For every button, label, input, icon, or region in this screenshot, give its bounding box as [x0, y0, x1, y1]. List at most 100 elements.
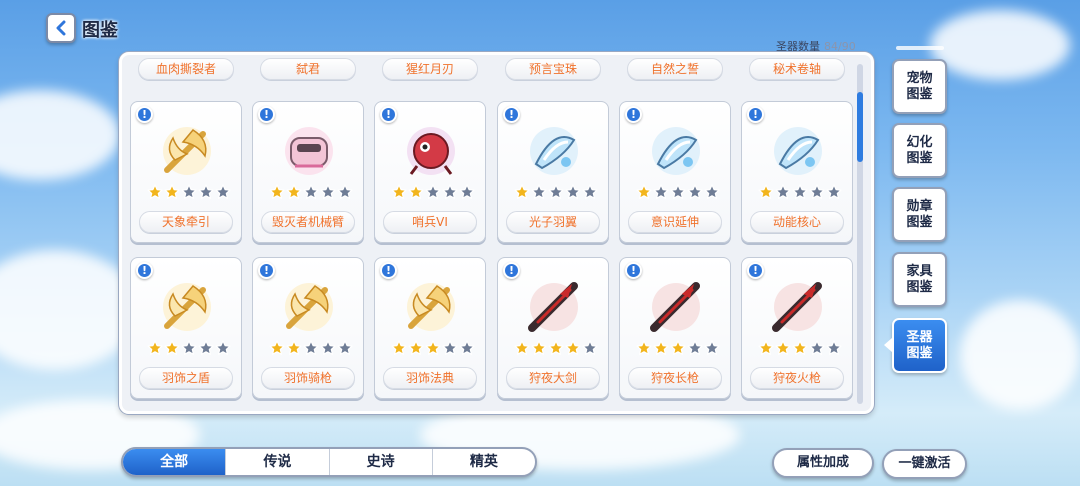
star-rating	[636, 340, 720, 356]
star-empty-icon	[459, 184, 475, 199]
star-empty-icon	[320, 340, 336, 355]
star-rating	[269, 340, 353, 356]
item-card-partial[interactable]: 猩红月刃	[374, 56, 486, 82]
new-alert-icon: !	[258, 262, 275, 279]
star-empty-icon	[442, 184, 458, 199]
star-filled-icon	[636, 184, 652, 199]
star-empty-icon	[198, 340, 214, 355]
star-filled-icon	[164, 184, 180, 199]
item-card[interactable]: ! 意识延伸	[619, 101, 731, 243]
star-filled-icon	[670, 340, 686, 355]
item-name: 毁灭者机械臂	[261, 211, 355, 233]
star-empty-icon	[459, 340, 475, 355]
star-empty-icon	[303, 184, 319, 199]
tab-all[interactable]: 全部	[123, 449, 226, 475]
item-name: 哨兵VI	[383, 211, 477, 233]
scrollbar-thumb[interactable]	[857, 92, 863, 162]
item-card[interactable]: ! 光子羽翼	[497, 101, 609, 243]
item-name: 自然之誓	[627, 58, 723, 80]
item-card[interactable]: ! 狩夜大剑	[497, 257, 609, 399]
item-card-partial[interactable]: 自然之誓	[619, 56, 731, 82]
item-card-partial[interactable]: 预言宝珠	[497, 56, 609, 82]
item-card[interactable]: ! 狩夜火枪	[741, 257, 853, 399]
item-name: 羽饰骑枪	[261, 367, 355, 389]
item-name: 羽饰之盾	[139, 367, 233, 389]
star-empty-icon	[303, 340, 319, 355]
tab-elite[interactable]: 精英	[431, 449, 535, 475]
item-name: 弑君	[260, 58, 356, 80]
item-name: 猩红月刃	[382, 58, 478, 80]
page-title: 图鉴	[82, 20, 118, 41]
new-alert-icon: !	[136, 106, 153, 123]
star-filled-icon	[758, 184, 774, 199]
star-empty-icon	[582, 184, 598, 199]
new-alert-icon: !	[136, 262, 153, 279]
side-menu-item[interactable]: 圣器图鉴	[892, 318, 947, 373]
activate-all-button[interactable]: 一键激活	[882, 449, 967, 479]
item-artwork	[642, 276, 710, 338]
star-filled-icon	[147, 184, 163, 199]
side-menu-item[interactable]: 幻化图鉴	[892, 123, 947, 178]
rarity-tabs: 全部 传说 史诗 精英	[121, 447, 537, 477]
side-menu-label: 勋章图鉴	[906, 198, 933, 230]
item-card[interactable]: ! 毁灭者机械臂	[252, 101, 364, 243]
star-filled-icon	[408, 340, 424, 355]
item-artwork	[397, 276, 465, 338]
star-rating	[758, 184, 842, 200]
item-card-partial[interactable]: 秘术卷轴	[741, 56, 853, 82]
star-rating	[636, 184, 720, 200]
side-menu-item[interactable]: 家具图鉴	[892, 252, 947, 307]
item-artwork	[764, 276, 832, 338]
item-name: 意识延伸	[628, 211, 722, 233]
cloud	[0, 90, 120, 180]
star-empty-icon	[548, 184, 564, 199]
item-name: 光子羽翼	[506, 211, 600, 233]
star-empty-icon	[809, 340, 825, 355]
new-alert-icon: !	[380, 262, 397, 279]
star-empty-icon	[337, 184, 353, 199]
star-empty-icon	[826, 340, 842, 355]
item-name: 狩夜长枪	[628, 367, 722, 389]
item-card[interactable]: ! 羽饰之盾	[130, 257, 242, 399]
item-artwork	[397, 120, 465, 182]
attribute-bonus-button[interactable]: 属性加成	[772, 448, 874, 478]
item-artwork	[764, 120, 832, 182]
star-filled-icon	[286, 184, 302, 199]
star-empty-icon	[792, 184, 808, 199]
item-card-partial[interactable]: 血肉撕裂者	[130, 56, 242, 82]
new-alert-icon: !	[747, 106, 764, 123]
tab-epic[interactable]: 史诗	[328, 449, 432, 475]
star-empty-icon	[337, 340, 353, 355]
new-alert-icon: !	[747, 262, 764, 279]
star-empty-icon	[215, 184, 231, 199]
star-empty-icon	[181, 340, 197, 355]
new-alert-icon: !	[503, 262, 520, 279]
item-card[interactable]: ! 天象牵引	[130, 101, 242, 243]
star-empty-icon	[687, 340, 703, 355]
tab-legendary[interactable]: 传说	[225, 449, 328, 475]
item-card[interactable]: ! 羽饰法典	[374, 257, 486, 399]
item-card-partial[interactable]: 弑君	[252, 56, 364, 82]
star-rating	[514, 340, 598, 356]
star-filled-icon	[758, 340, 774, 355]
star-rating	[391, 184, 475, 200]
side-menu-item[interactable]: 宠物图鉴	[892, 59, 947, 114]
item-card[interactable]: ! 动能核心	[741, 101, 853, 243]
item-card[interactable]: ! 羽饰骑枪	[252, 257, 364, 399]
item-card[interactable]: ! 狩夜长枪	[619, 257, 731, 399]
star-empty-icon	[670, 184, 686, 199]
back-button[interactable]	[46, 13, 76, 43]
star-empty-icon	[565, 184, 581, 199]
star-filled-icon	[565, 340, 581, 355]
new-alert-icon: !	[503, 106, 520, 123]
star-filled-icon	[636, 340, 652, 355]
star-rating	[391, 340, 475, 356]
item-card[interactable]: ! 哨兵VI	[374, 101, 486, 243]
item-name: 预言宝珠	[505, 58, 601, 80]
side-menu-item[interactable]: 勋章图鉴	[892, 187, 947, 242]
item-artwork	[520, 276, 588, 338]
star-empty-icon	[704, 184, 720, 199]
item-artwork	[275, 120, 343, 182]
star-filled-icon	[653, 340, 669, 355]
item-artwork	[153, 120, 221, 182]
